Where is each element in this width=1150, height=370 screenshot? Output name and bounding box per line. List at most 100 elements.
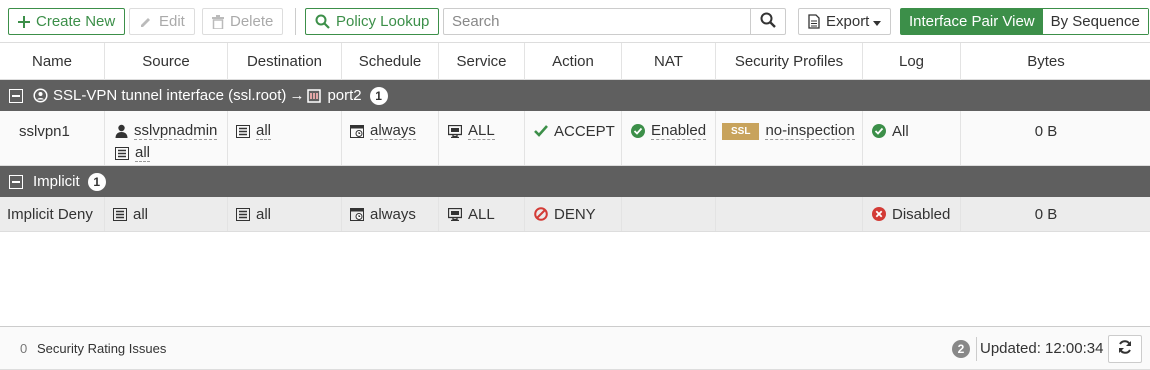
cell-bytes: 0 B bbox=[961, 111, 1131, 165]
destination-address[interactable]: all bbox=[256, 122, 272, 140]
log-value: All bbox=[892, 122, 909, 140]
group-count-badge: 1 bbox=[87, 172, 106, 191]
delete-button[interactable]: Delete bbox=[202, 8, 284, 35]
cell-log: All bbox=[863, 111, 961, 165]
export-label: Export bbox=[826, 13, 870, 30]
create-new-label: Create New bbox=[36, 13, 116, 30]
source-address[interactable]: all bbox=[133, 206, 148, 223]
cell-security-profiles bbox=[716, 197, 863, 231]
by-sequence-tab[interactable]: By Sequence bbox=[1042, 9, 1148, 34]
policy-name: sslvpn1 bbox=[19, 122, 70, 140]
column-header-nat[interactable]: NAT bbox=[622, 43, 716, 80]
security-profile-value[interactable]: no-inspection bbox=[765, 122, 855, 140]
bytes-value: 0 B bbox=[1034, 122, 1058, 140]
search-button[interactable] bbox=[750, 9, 785, 34]
source-address[interactable]: all bbox=[135, 144, 151, 162]
cell-service: ALL bbox=[439, 111, 525, 165]
source-user[interactable]: sslvpnadmin bbox=[134, 122, 218, 140]
cell-bytes: 0 B bbox=[961, 197, 1131, 231]
check-icon bbox=[534, 125, 548, 137]
service-value[interactable]: ALL bbox=[468, 122, 495, 140]
caret-down-icon bbox=[873, 13, 882, 30]
column-header-security-profiles[interactable]: Security Profiles bbox=[716, 43, 863, 80]
nat-value: Enabled bbox=[651, 122, 707, 140]
cell-service: ALL bbox=[439, 197, 525, 231]
cell-destination: all bbox=[228, 197, 342, 231]
cell-security-profiles: SSL no-inspection bbox=[716, 111, 863, 165]
export-button[interactable]: Export bbox=[798, 8, 892, 35]
group-header-implicit[interactable]: Implicit 1 bbox=[0, 166, 1150, 197]
document-icon bbox=[808, 14, 820, 29]
port-icon bbox=[307, 88, 322, 103]
check-circle-icon bbox=[631, 124, 645, 138]
cell-nat bbox=[622, 197, 716, 231]
refresh-icon bbox=[1117, 339, 1133, 359]
service-icon bbox=[448, 207, 462, 221]
action-value: ACCEPT bbox=[554, 122, 615, 140]
schedule-value[interactable]: always bbox=[370, 122, 416, 140]
footer-bar: 0 Security Rating Issues 2 Updated: 12:0… bbox=[0, 326, 1150, 370]
collapse-icon[interactable] bbox=[9, 88, 23, 103]
cell-nat: Enabled bbox=[622, 111, 716, 165]
create-new-button[interactable]: Create New bbox=[8, 8, 126, 35]
plus-icon bbox=[18, 15, 30, 28]
refresh-button[interactable] bbox=[1108, 335, 1142, 363]
column-header-schedule[interactable]: Schedule bbox=[342, 43, 439, 80]
policy-lookup-button[interactable]: Policy Lookup bbox=[305, 8, 440, 35]
group-header-ssl-vpn[interactable]: SSL-VPN tunnel interface (ssl.root) → po… bbox=[0, 80, 1150, 111]
edit-button[interactable]: Edit bbox=[129, 8, 195, 35]
footer-divider bbox=[976, 337, 977, 361]
notification-count-badge[interactable]: 2 bbox=[952, 340, 970, 358]
column-header-bytes[interactable]: Bytes bbox=[961, 43, 1131, 80]
search-icon bbox=[315, 14, 330, 29]
column-header-log[interactable]: Log bbox=[863, 43, 961, 80]
cell-action: ACCEPT bbox=[525, 111, 622, 165]
interface-pair-view-tab[interactable]: Interface Pair View bbox=[901, 9, 1043, 34]
group-destination-label: port2 bbox=[327, 87, 362, 104]
column-header-name[interactable]: Name bbox=[0, 43, 105, 80]
table-row[interactable]: sslvpn1 sslvpnadmin all all always ALL A… bbox=[0, 111, 1150, 166]
service-icon bbox=[448, 124, 462, 138]
security-rating-link[interactable]: Security Rating Issues bbox=[37, 341, 166, 356]
delete-label: Delete bbox=[230, 13, 274, 30]
cell-action: DENY bbox=[525, 197, 622, 231]
schedule-icon bbox=[350, 124, 364, 138]
x-circle-icon bbox=[872, 207, 886, 221]
address-icon bbox=[115, 146, 129, 160]
bytes-value: 0 B bbox=[1034, 205, 1058, 223]
policy-name: Implicit Deny bbox=[7, 205, 93, 223]
ssl-vpn-icon bbox=[33, 88, 48, 103]
group-source-label: SSL-VPN tunnel interface (ssl.root) bbox=[53, 87, 287, 104]
service-value[interactable]: ALL bbox=[468, 206, 495, 223]
cell-schedule: always bbox=[342, 197, 439, 231]
cell-log: Disabled bbox=[863, 197, 961, 231]
destination-address[interactable]: all bbox=[256, 206, 271, 223]
table-header: Name Source Destination Schedule Service… bbox=[0, 42, 1150, 80]
address-icon bbox=[236, 124, 250, 138]
toolbar-divider bbox=[295, 8, 296, 35]
ssl-badge-icon: SSL bbox=[722, 122, 760, 140]
column-header-source[interactable]: Source bbox=[105, 43, 228, 80]
column-header-destination[interactable]: Destination bbox=[228, 43, 342, 80]
address-icon bbox=[236, 207, 250, 221]
edit-label: Edit bbox=[159, 13, 185, 30]
log-value: Disabled bbox=[892, 205, 951, 223]
column-header-service[interactable]: Service bbox=[439, 43, 525, 80]
address-icon bbox=[113, 207, 127, 221]
group-arrow: → bbox=[289, 87, 305, 104]
table-row[interactable]: Implicit Deny all all always ALL DENY Di… bbox=[0, 197, 1150, 232]
security-rating-count: 0 bbox=[20, 341, 28, 356]
deny-icon bbox=[534, 207, 548, 221]
schedule-value[interactable]: always bbox=[370, 206, 416, 223]
policy-lookup-label: Policy Lookup bbox=[336, 13, 430, 30]
collapse-icon[interactable] bbox=[9, 174, 23, 189]
pencil-icon bbox=[139, 15, 153, 29]
updated-timestamp: Updated: 12:00:34 bbox=[980, 340, 1104, 357]
cell-source: all bbox=[105, 197, 228, 231]
action-value: DENY bbox=[554, 205, 596, 223]
check-circle-icon bbox=[872, 124, 886, 138]
column-header-action[interactable]: Action bbox=[525, 43, 622, 80]
cell-schedule: always bbox=[342, 111, 439, 165]
search-input[interactable] bbox=[444, 9, 750, 34]
view-toggle: Interface Pair View By Sequence bbox=[900, 8, 1149, 35]
